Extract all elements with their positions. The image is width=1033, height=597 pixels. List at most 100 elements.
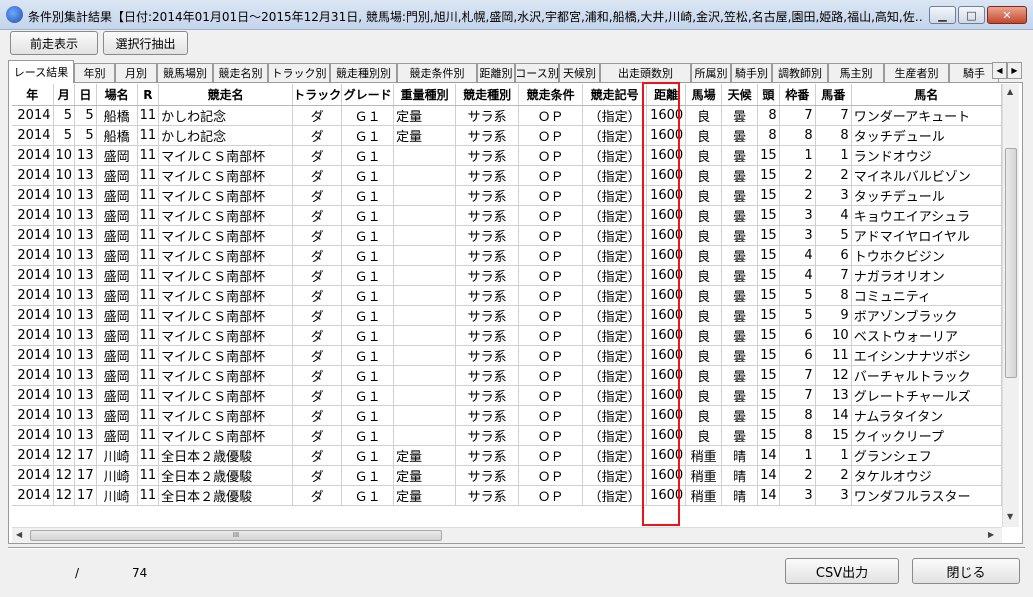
tab-13[interactable]: 所属別 bbox=[691, 63, 731, 82]
table-row[interactable]: 2014 10 13 盛岡 11 マイルＣＳ南部杯ダ Ｇ１ サラ系 ＯＰ （指定） 1600 良曇 15… bbox=[12, 425, 1002, 446]
tab-6[interactable]: トラック別 bbox=[268, 63, 330, 82]
vertical-scroll-thumb[interactable] bbox=[1005, 148, 1017, 378]
tab-16[interactable]: 馬主別 bbox=[828, 63, 884, 82]
table-cell: ダ bbox=[292, 325, 343, 346]
table-row[interactable]: 2014 10 13 盛岡 11 マイルＣＳ南部杯ダ Ｇ１ サラ系 ＯＰ （指定） 1600 良曇 15… bbox=[12, 265, 1002, 286]
tab-17[interactable]: 生産者別 bbox=[884, 63, 949, 82]
table-row[interactable]: 2014 12 17 川崎 11 全日本２歳優駿ダ Ｇ１ 定量 サラ系 ＯＰ （指定） 1600 稍重晴… bbox=[12, 485, 1002, 506]
tab-10[interactable]: コース別 bbox=[515, 63, 559, 82]
prev-race-button[interactable]: 前走表示 bbox=[10, 31, 98, 55]
table-row[interactable]: 2014 10 13 盛岡 11 マイルＣＳ南部杯ダ Ｇ１ サラ系 ＯＰ （指定） 1600 良曇 15… bbox=[12, 325, 1002, 346]
table-cell: 盛岡 bbox=[96, 345, 138, 366]
tab-15[interactable]: 調教師別 bbox=[772, 63, 828, 82]
column-header[interactable]: 馬場 bbox=[685, 84, 723, 106]
table-cell: Ｇ１ bbox=[341, 125, 395, 146]
horizontal-scroll-thumb[interactable]: III bbox=[30, 530, 442, 541]
column-header[interactable]: R bbox=[137, 84, 160, 106]
scroll-right-arrow-icon[interactable]: ▶ bbox=[988, 530, 994, 539]
table-cell: 11 bbox=[137, 445, 160, 466]
column-header[interactable]: 競走記号 bbox=[582, 84, 648, 106]
table-cell: 8 bbox=[757, 125, 780, 146]
table-cell: 6 bbox=[779, 325, 816, 346]
tab-4[interactable]: 競馬場別 bbox=[157, 63, 213, 82]
tab-2[interactable]: 年別 bbox=[74, 63, 115, 82]
column-header[interactable]: 年 bbox=[12, 84, 54, 106]
tab-scroll-left-icon[interactable]: ◀ bbox=[992, 62, 1007, 79]
column-header[interactable]: 天候 bbox=[721, 84, 759, 106]
table-row[interactable]: 2014 10 13 盛岡 11 マイルＣＳ南部杯ダ Ｇ１ サラ系 ＯＰ （指定） 1600 良曇 15… bbox=[12, 245, 1002, 266]
tab-3[interactable]: 月別 bbox=[115, 63, 157, 82]
close-window-button[interactable]: ✕ bbox=[987, 6, 1027, 24]
csv-export-button[interactable]: CSV出力 bbox=[785, 558, 899, 584]
results-grid[interactable]: 年月日場名 R 競走名 トラック グレード 重量種別 競走種別 競走条件 競走記号 距離 馬場 天候頭… bbox=[12, 84, 1002, 527]
table-cell: ＯＰ bbox=[518, 305, 584, 326]
table-cell: 2014 bbox=[12, 125, 54, 146]
table-cell: 2014 bbox=[12, 145, 54, 166]
column-header[interactable]: 枠番 bbox=[779, 84, 816, 106]
table-row[interactable]: 2014 10 13 盛岡 11 マイルＣＳ南部杯ダ Ｇ１ サラ系 ＯＰ （指定） 1600 良曇 15… bbox=[12, 145, 1002, 166]
column-header[interactable]: 競走条件 bbox=[518, 84, 584, 106]
tab-8[interactable]: 競走条件別 bbox=[397, 63, 477, 82]
tab-14[interactable]: 騎手別 bbox=[731, 63, 772, 82]
table-row[interactable]: 2014 12 17 川崎 11 全日本２歳優駿ダ Ｇ１ 定量 サラ系 ＯＰ （指定） 1600 稍重晴… bbox=[12, 465, 1002, 486]
table-row[interactable]: 2014 10 13 盛岡 11 マイルＣＳ南部杯ダ Ｇ１ サラ系 ＯＰ （指定） 1600 良曇 15… bbox=[12, 385, 1002, 406]
horizontal-scrollbar[interactable]: ◀ III ▶ bbox=[12, 527, 1002, 543]
table-cell: 15 bbox=[757, 325, 780, 346]
table-cell: バーチャルトラック bbox=[851, 365, 1002, 386]
table-cell: サラ系 bbox=[455, 445, 520, 466]
table-row[interactable]: 2014 10 13 盛岡 11 マイルＣＳ南部杯ダ Ｇ１ サラ系 ＯＰ （指定） 1600 良曇 15… bbox=[12, 205, 1002, 226]
table-cell: 盛岡 bbox=[96, 145, 138, 166]
table-cell: 曇 bbox=[721, 385, 759, 406]
column-header[interactable]: 月 bbox=[53, 84, 76, 106]
table-cell: 15 bbox=[757, 165, 780, 186]
maximize-button[interactable]: □ bbox=[958, 6, 985, 24]
table-row[interactable]: 2014 10 13 盛岡 11 マイルＣＳ南部杯ダ Ｇ１ サラ系 ＯＰ （指定） 1600 良曇 15… bbox=[12, 185, 1002, 206]
column-header[interactable]: トラック bbox=[292, 84, 343, 106]
column-header[interactable]: 距離 bbox=[646, 84, 687, 106]
table-cell: 13 bbox=[74, 245, 97, 266]
table-cell: 8 bbox=[815, 125, 852, 146]
table-row[interactable]: 2014 10 13 盛岡 11 マイルＣＳ南部杯ダ Ｇ１ サラ系 ＯＰ （指定） 1600 良曇 15… bbox=[12, 285, 1002, 306]
table-row[interactable]: 2014 12 17 川崎 11 全日本２歳優駿ダ Ｇ１ 定量 サラ系 ＯＰ （指定） 1600 稍重晴… bbox=[12, 445, 1002, 466]
table-cell: 良 bbox=[685, 185, 723, 206]
table-cell: ＯＰ bbox=[518, 345, 584, 366]
column-header[interactable]: 馬名 bbox=[851, 84, 1002, 106]
table-cell: 14 bbox=[757, 445, 780, 466]
vertical-scrollbar[interactable]: ▲ ▼ bbox=[1002, 84, 1019, 527]
table-cell: 12 bbox=[53, 465, 76, 486]
table-row[interactable]: 2014 10 13 盛岡 11 マイルＣＳ南部杯ダ Ｇ１ サラ系 ＯＰ （指定） 1600 良曇 15… bbox=[12, 305, 1002, 326]
tab-7[interactable]: 競走種別別 bbox=[330, 63, 397, 82]
scroll-left-arrow-icon[interactable]: ◀ bbox=[16, 530, 22, 539]
table-cell: 11 bbox=[137, 365, 160, 386]
tab-5[interactable]: 競走名別 bbox=[213, 63, 268, 82]
column-header[interactable]: 場名 bbox=[96, 84, 138, 106]
table-row[interactable]: 2014 10 13 盛岡 11 マイルＣＳ南部杯ダ Ｇ１ サラ系 ＯＰ （指定） 1600 良曇 15… bbox=[12, 405, 1002, 426]
table-row[interactable]: 2014 5 5 船橋 11 かしわ記念ダ Ｇ１ 定量 サラ系 ＯＰ （指定） 1600 良曇 8 8 8 タッ… bbox=[12, 125, 1002, 146]
column-header[interactable]: 日 bbox=[74, 84, 97, 106]
column-header[interactable]: 馬番 bbox=[815, 84, 852, 106]
scroll-down-arrow-icon[interactable]: ▼ bbox=[1007, 512, 1013, 521]
table-row[interactable]: 2014 10 13 盛岡 11 マイルＣＳ南部杯ダ Ｇ１ サラ系 ＯＰ （指定） 1600 良曇 15… bbox=[12, 225, 1002, 246]
tab-9[interactable]: 距離別 bbox=[477, 63, 515, 82]
table-row[interactable]: 2014 10 13 盛岡 11 マイルＣＳ南部杯ダ Ｇ１ サラ系 ＯＰ （指定） 1600 良曇 15… bbox=[12, 345, 1002, 366]
extract-selected-button[interactable]: 選択行抽出 bbox=[103, 31, 188, 55]
column-header[interactable]: グレード bbox=[341, 84, 395, 106]
column-header[interactable]: 頭 bbox=[757, 84, 780, 106]
scroll-up-arrow-icon[interactable]: ▲ bbox=[1007, 87, 1013, 96]
column-header[interactable]: 重量種別 bbox=[393, 84, 457, 106]
column-header[interactable]: 競走名 bbox=[158, 84, 294, 106]
table-row[interactable]: 2014 10 13 盛岡 11 マイルＣＳ南部杯ダ Ｇ１ サラ系 ＯＰ （指定） 1600 良曇 15… bbox=[12, 165, 1002, 186]
table-cell: ＯＰ bbox=[518, 425, 584, 446]
tab-12[interactable]: 出走頭数別 bbox=[600, 63, 691, 82]
minimize-button[interactable]: ▁ bbox=[929, 6, 956, 24]
tab-11[interactable]: 天候別 bbox=[559, 63, 600, 82]
tab-scroll-right-icon[interactable]: ▶ bbox=[1007, 62, 1022, 79]
table-cell: キョウエイアシュラ bbox=[851, 205, 1002, 226]
table-row[interactable]: 2014 5 5 船橋 11 かしわ記念ダ Ｇ１ 定量 サラ系 ＯＰ （指定） 1600 良曇 8 7 7 ワン… bbox=[12, 105, 1002, 126]
tab-1[interactable]: レース結果 bbox=[8, 60, 74, 83]
table-row[interactable]: 2014 10 13 盛岡 11 マイルＣＳ南部杯ダ Ｇ１ サラ系 ＯＰ （指定） 1600 良曇 15… bbox=[12, 365, 1002, 386]
close-button[interactable]: 閉じる bbox=[912, 558, 1020, 584]
table-cell: タッチデュール bbox=[851, 185, 1002, 206]
column-header[interactable]: 競走種別 bbox=[455, 84, 520, 106]
table-cell: 8 bbox=[779, 405, 816, 426]
